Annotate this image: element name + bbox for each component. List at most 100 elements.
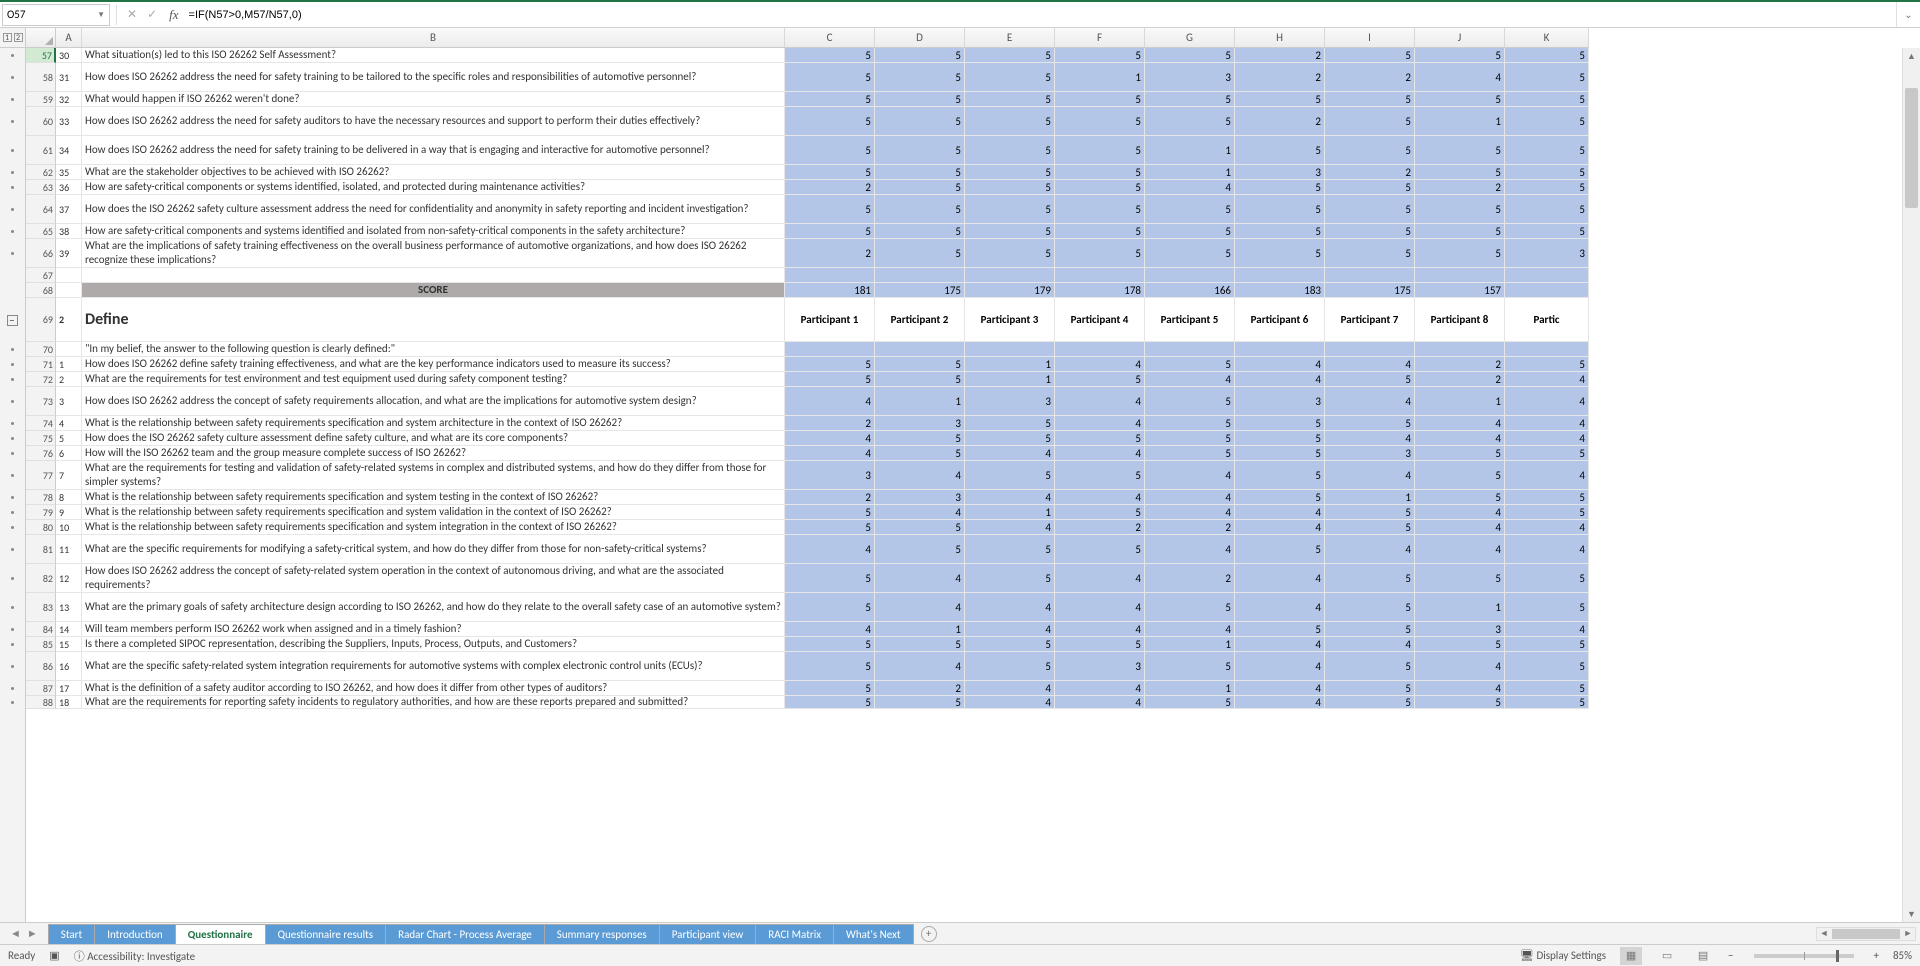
cell[interactable]: 5 <box>1145 92 1235 107</box>
cell[interactable]: 4 <box>1055 387 1145 416</box>
cell[interactable]: 2 <box>1235 48 1325 63</box>
column-header-J[interactable]: J <box>1415 28 1505 47</box>
cell[interactable]: What situation(s) led to this ISO 26262 … <box>82 48 785 63</box>
cell[interactable]: 4 <box>1235 357 1325 372</box>
outline-dot[interactable] <box>4 461 20 490</box>
cell[interactable] <box>1145 342 1235 357</box>
cell[interactable]: 5 <box>785 520 875 535</box>
cell[interactable]: 1 <box>875 387 965 416</box>
cell[interactable]: 4 <box>1055 446 1145 461</box>
cell[interactable]: 3 <box>875 490 965 505</box>
cell[interactable]: 5 <box>875 446 965 461</box>
cell[interactable]: 16 <box>56 652 82 681</box>
cell[interactable]: 4 <box>1505 431 1589 446</box>
cell[interactable]: 2 <box>785 180 875 195</box>
cell[interactable]: 1 <box>1055 63 1145 92</box>
cell[interactable]: 5 <box>1505 63 1589 92</box>
cell[interactable]: 4 <box>1325 387 1415 416</box>
cell[interactable]: 3 <box>1325 446 1415 461</box>
outline-dot[interactable] <box>4 165 20 180</box>
cell[interactable]: 4 <box>1055 622 1145 637</box>
cell[interactable]: 5 <box>785 637 875 652</box>
vertical-scrollbar[interactable]: ▲ ▼ <box>1902 48 1920 922</box>
cell[interactable]: How will the ISO 26262 team and the grou… <box>82 446 785 461</box>
sheet-tab[interactable]: Introduction <box>94 924 176 945</box>
cell[interactable]: 5 <box>1325 564 1415 593</box>
cell[interactable]: 4 <box>875 593 965 622</box>
cell[interactable]: 2 <box>1415 372 1505 387</box>
row-header[interactable]: 66 <box>26 239 56 268</box>
cell[interactable]: 4 <box>1145 490 1235 505</box>
cell[interactable]: 5 <box>965 107 1055 136</box>
cell[interactable]: 5 <box>1055 637 1145 652</box>
cell[interactable] <box>1415 268 1505 283</box>
cell[interactable] <box>965 268 1055 283</box>
zoom-level[interactable]: 85% <box>1893 949 1912 962</box>
page-break-view-button[interactable]: ▤ <box>1692 947 1714 965</box>
cell[interactable]: 4 <box>1505 535 1589 564</box>
cell[interactable]: 5 <box>785 48 875 63</box>
cell[interactable]: 4 <box>1505 372 1589 387</box>
cell[interactable]: 4 <box>1145 535 1235 564</box>
cell[interactable]: What is the definition of a safety audit… <box>82 681 785 696</box>
cell[interactable]: 5 <box>1235 446 1325 461</box>
cell[interactable]: 4 <box>875 461 965 490</box>
outline-dot[interactable] <box>4 696 20 709</box>
cell[interactable]: 5 <box>1505 195 1589 224</box>
cell[interactable]: 5 <box>1055 48 1145 63</box>
cell[interactable] <box>56 283 82 298</box>
outline-empty[interactable] <box>4 283 20 298</box>
cell[interactable]: 5 <box>1415 224 1505 239</box>
cell[interactable]: 5 <box>875 637 965 652</box>
cell[interactable]: 4 <box>1415 681 1505 696</box>
cell[interactable]: 5 <box>875 92 965 107</box>
cell[interactable]: 5 <box>785 372 875 387</box>
cell[interactable]: 183 <box>1235 283 1325 298</box>
cell[interactable]: 5 <box>1415 239 1505 268</box>
outline-dot[interactable] <box>4 446 20 461</box>
cell[interactable]: 4 <box>965 520 1055 535</box>
cell[interactable]: 4 <box>1235 637 1325 652</box>
cell[interactable] <box>875 268 965 283</box>
cell[interactable]: 1 <box>1415 593 1505 622</box>
cell[interactable]: 5 <box>1505 696 1589 709</box>
outline-dot[interactable] <box>4 593 20 622</box>
cell[interactable]: What are the stakeholder objectives to b… <box>82 165 785 180</box>
participant-header[interactable]: Participant 2 <box>875 298 965 342</box>
cell[interactable]: 8 <box>56 490 82 505</box>
cell[interactable]: 5 <box>1055 372 1145 387</box>
cell[interactable]: 5 <box>1415 92 1505 107</box>
cell[interactable]: 4 <box>875 505 965 520</box>
cell[interactable]: 5 <box>965 180 1055 195</box>
cell[interactable]: How does the ISO 26262 safety culture as… <box>82 431 785 446</box>
cell[interactable]: 1 <box>1145 681 1235 696</box>
cell[interactable]: 36 <box>56 180 82 195</box>
cell[interactable]: 5 <box>1055 136 1145 165</box>
cell[interactable]: 5 <box>875 357 965 372</box>
cell[interactable]: 4 <box>965 446 1055 461</box>
cell[interactable]: 5 <box>1145 48 1235 63</box>
row-header[interactable]: 87 <box>26 681 56 696</box>
cell[interactable]: 5 <box>785 92 875 107</box>
cell[interactable]: 5 <box>875 239 965 268</box>
cell[interactable]: 3 <box>1505 239 1589 268</box>
cell[interactable]: 37 <box>56 195 82 224</box>
cell[interactable]: How does ISO 26262 define safety trainin… <box>82 357 785 372</box>
cell[interactable]: 4 <box>1505 416 1589 431</box>
participant-header[interactable]: Participant 8 <box>1415 298 1505 342</box>
row-header[interactable]: 65 <box>26 224 56 239</box>
cell[interactable]: 1 <box>56 357 82 372</box>
cell[interactable]: 2 <box>785 490 875 505</box>
row-header[interactable]: 75 <box>26 431 56 446</box>
cell[interactable]: 5 <box>1415 637 1505 652</box>
cell[interactable]: 39 <box>56 239 82 268</box>
row-header[interactable]: 71 <box>26 357 56 372</box>
cell[interactable]: 5 <box>1145 416 1235 431</box>
cell[interactable] <box>1505 283 1589 298</box>
tab-nav[interactable]: ◄► <box>0 927 48 940</box>
cell[interactable]: 4 <box>1235 505 1325 520</box>
cell[interactable]: 4 <box>1145 505 1235 520</box>
cell[interactable]: 166 <box>1145 283 1235 298</box>
cell[interactable]: SCORE <box>82 283 785 298</box>
participant-header[interactable]: Participant 7 <box>1325 298 1415 342</box>
